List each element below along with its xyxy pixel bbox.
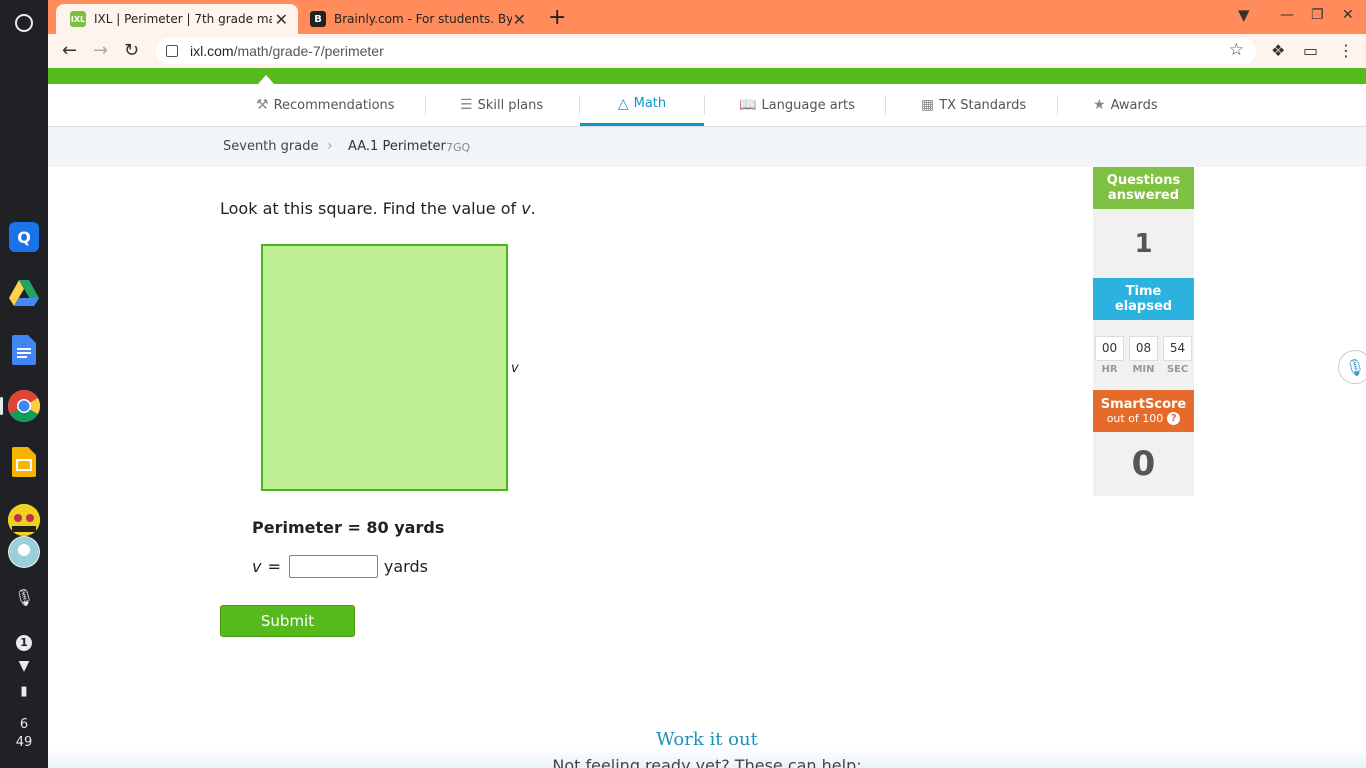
answer-input[interactable]: [288, 555, 378, 578]
stats-panel: Questions answered 1 Time elapsed 00 HR …: [1093, 167, 1194, 496]
notification-count-badge[interactable]: 1: [16, 635, 32, 651]
browser-toolbar: ← → ↻ ixl.com/math/grade-7/perimeter ☆ ❖…: [48, 34, 1366, 68]
breadcrumb-grade[interactable]: Seventh grade: [223, 139, 318, 154]
tab-strip: IXL IXL | Perimeter | 7th grade math ✕ B…: [48, 0, 1366, 34]
timer-hours: 00: [1095, 335, 1124, 361]
close-tab-icon[interactable]: ✕: [513, 10, 526, 29]
question-prompt: Look at this square. Find the value of v…: [220, 199, 536, 218]
clock[interactable]: 6 49: [0, 716, 48, 752]
breadcrumb: Seventh grade › AA.1 Perimeter 7GQ: [48, 127, 1366, 167]
clock-hour: 6: [19, 717, 29, 732]
close-window-icon[interactable]: ✕: [1342, 7, 1354, 23]
reload-icon[interactable]: ↻: [124, 40, 139, 61]
breadcrumb-skill: AA.1 Perimeter: [348, 139, 446, 154]
nav-language-arts[interactable]: 📖 Language arts: [739, 84, 855, 126]
chromeos-shelf: Q 🎙 1 ▼ ▮ 6 49: [0, 0, 48, 768]
subject-nav: ⚒ Recommendations ☰ Skill plans △ Math 📖…: [48, 84, 1366, 127]
smartscore-header: SmartScore out of 100?: [1093, 390, 1194, 432]
timer-seconds: 54: [1163, 335, 1192, 361]
google-slides-icon[interactable]: [8, 446, 40, 478]
close-tab-icon[interactable]: ✕: [275, 10, 288, 29]
google-drive-icon[interactable]: [8, 277, 40, 309]
answer-unit: yards: [383, 557, 428, 576]
help-icon[interactable]: ?: [1167, 412, 1181, 425]
answer-row: v = yards: [252, 555, 428, 578]
clock-minute: 49: [15, 735, 33, 750]
battery-icon[interactable]: ▮: [0, 684, 48, 699]
minimize-icon[interactable]: —: [1280, 7, 1294, 23]
work-it-out-subtitle: Not feeling ready yet? These can help:: [552, 756, 862, 768]
restore-icon[interactable]: ❐: [1311, 7, 1324, 23]
brainly-favicon-icon: B: [310, 11, 326, 27]
work-it-out-title: Work it out: [656, 729, 758, 750]
launcher-icon[interactable]: [15, 14, 33, 32]
perimeter-statement: Perimeter = 80 yards: [252, 518, 445, 537]
standards-icon: ▦: [921, 97, 935, 113]
math-icon: △: [617, 95, 629, 112]
language-arts-icon: 📖: [739, 97, 757, 113]
nav-recommendations[interactable]: ⚒ Recommendations: [256, 84, 395, 126]
quizlet-app-icon[interactable]: Q: [9, 222, 39, 252]
tab-brainly[interactable]: B Brainly.com - For students. By st ✕: [296, 4, 536, 34]
equals-sign: =: [267, 557, 281, 576]
nav-awards[interactable]: ★ Awards: [1093, 84, 1158, 126]
nav-math[interactable]: △ Math: [580, 84, 704, 126]
awards-icon: ★: [1093, 97, 1106, 113]
back-icon[interactable]: ←: [62, 40, 77, 61]
time-elapsed-header: Time elapsed: [1093, 278, 1194, 320]
menu-icon[interactable]: ⋮: [1338, 41, 1354, 60]
url-text: ixl.com/math/grade-7/perimeter: [190, 43, 384, 59]
site-info-icon[interactable]: [166, 45, 178, 57]
running-indicator: [0, 397, 3, 415]
chevron-right-icon: ›: [327, 138, 333, 154]
skill-plans-icon: ☰: [460, 97, 473, 113]
answer-variable: v: [252, 557, 262, 576]
user-avatar[interactable]: [8, 504, 40, 536]
chrome-icon[interactable]: [8, 390, 40, 422]
recommendations-icon: ⚒: [256, 97, 269, 113]
submit-button[interactable]: Submit: [220, 605, 355, 637]
tab-title: Brainly.com - For students. By st: [334, 12, 512, 26]
cast-icon[interactable]: ▭: [1303, 41, 1318, 60]
side-label: v: [511, 361, 519, 376]
ixl-top-bar: [48, 68, 1366, 84]
tab-search-icon[interactable]: ▼: [1238, 6, 1250, 24]
extensions-icon[interactable]: ❖: [1271, 41, 1285, 60]
tab-ixl[interactable]: IXL IXL | Perimeter | 7th grade math ✕: [56, 4, 298, 34]
new-tab-icon[interactable]: +: [548, 5, 566, 30]
time-elapsed-timer[interactable]: 00 HR 08 MIN 54 SEC: [1093, 320, 1194, 390]
nav-tx-standards[interactable]: ▦ TX Standards: [921, 84, 1026, 126]
ixl-favicon-icon: IXL: [70, 11, 86, 27]
wifi-icon[interactable]: ▼: [0, 658, 48, 674]
address-bar[interactable]: ixl.com/math/grade-7/perimeter ☆: [156, 38, 1256, 64]
timer-minutes: 08: [1129, 335, 1158, 361]
forward-icon[interactable]: →: [93, 40, 108, 61]
google-docs-icon[interactable]: [8, 334, 40, 366]
microphone-icon[interactable]: 🎙: [0, 588, 48, 607]
voice-input-button[interactable]: 🎙: [1338, 350, 1366, 384]
secondary-avatar[interactable]: [8, 536, 40, 568]
tab-title: IXL | Perimeter | 7th grade math: [94, 12, 272, 26]
bookmark-star-icon[interactable]: ☆: [1229, 40, 1244, 60]
microphone-icon: 🎙: [1344, 357, 1366, 377]
nav-skill-plans[interactable]: ☰ Skill plans: [460, 84, 543, 126]
smartscore-value: 0: [1093, 432, 1194, 496]
square-figure: [261, 244, 508, 491]
skill-code: 7GQ: [446, 141, 471, 154]
questions-answered-value: 1: [1093, 209, 1194, 278]
questions-answered-header: Questions answered: [1093, 167, 1194, 209]
